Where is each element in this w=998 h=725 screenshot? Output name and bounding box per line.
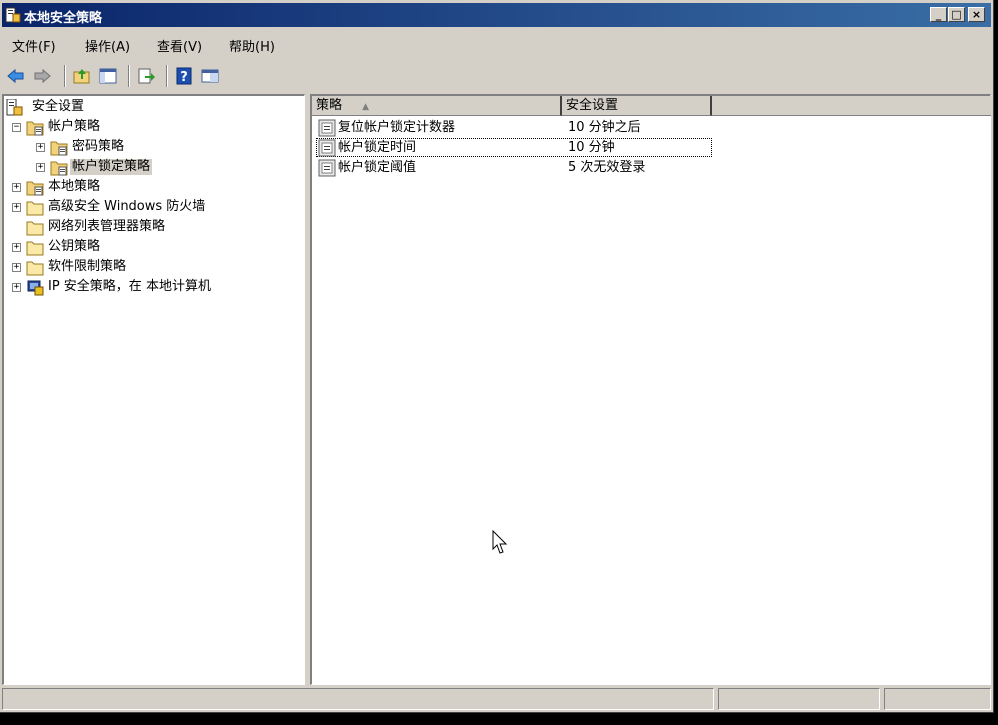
tree-item-label: IP 安全策略，在 本地计算机: [48, 279, 211, 294]
menu-file[interactable]: 文件(F): [12, 36, 56, 55]
tree-item-label: 公钥策略: [48, 239, 101, 254]
column-header-filler: [712, 96, 991, 116]
status-segment-3: [884, 688, 991, 710]
expand-toggle-icon[interactable]: +: [12, 243, 21, 252]
back-arrow-icon[interactable]: [6, 66, 26, 86]
column-header-policy[interactable]: 策略 ▲: [312, 96, 562, 116]
sort-ascending-icon: ▲: [362, 102, 370, 112]
up-folder-icon[interactable]: [72, 66, 92, 86]
policy-setting-icon: [318, 119, 336, 137]
policy-row-lockout-duration[interactable]: 帐户锁定时间 10 分钟: [316, 138, 712, 157]
column-header-policy-label: 策略: [316, 98, 343, 113]
status-bar: [2, 688, 991, 710]
title-bar[interactable]: 本地安全策略 _ □ ×: [2, 3, 991, 27]
export-list-icon[interactable]: [136, 66, 156, 86]
policy-setting-value: 10 分钟: [568, 140, 615, 155]
policy-setting-icon: [318, 139, 336, 157]
tree-item-label: 帐户锁定策略: [70, 159, 153, 175]
toolbar: ?: [2, 61, 991, 91]
maximize-button[interactable]: □: [948, 7, 965, 22]
forward-arrow-icon[interactable]: [32, 66, 52, 86]
tree-item-label: 密码策略: [72, 139, 125, 154]
tree-item-label: 帐户策略: [48, 119, 101, 134]
window-title: 本地安全策略: [24, 11, 103, 26]
tree-root-label: 安全设置: [32, 99, 85, 114]
show-hide-tree-icon[interactable]: [98, 66, 118, 86]
expand-toggle-icon[interactable]: +: [12, 183, 21, 192]
help-icon[interactable]: ?: [174, 66, 194, 86]
toolbar-separator: [64, 65, 66, 87]
policy-setting-value: 5 次无效登录: [568, 160, 646, 175]
console-view-icon[interactable]: [200, 66, 220, 86]
svg-text:?: ?: [180, 70, 188, 85]
policy-name: 帐户锁定时间: [338, 140, 417, 155]
tree-item-label: 网络列表管理器策略: [48, 219, 166, 234]
close-button[interactable]: ×: [968, 7, 985, 22]
folder-policy-icon: [26, 121, 44, 136]
policy-setting-value: 10 分钟之后: [568, 120, 641, 135]
column-header-setting[interactable]: 安全设置: [562, 96, 712, 116]
status-segment-2: [718, 688, 880, 710]
expand-toggle-icon[interactable]: +: [36, 163, 45, 172]
mouse-cursor-icon: [492, 530, 508, 554]
tree-item-label: 高级安全 Windows 防火墙: [48, 199, 206, 214]
list-pane[interactable]: 策略 ▲ 安全设置 复位帐户锁定计数器 10 分钟之后 帐户锁定时间 10 分钟 帐户锁…: [310, 94, 991, 685]
security-settings-icon: [6, 99, 23, 116]
folder-icon: [26, 201, 44, 216]
policy-row-lockout-threshold[interactable]: 帐户锁定阈值 5 次无效登录: [316, 158, 712, 177]
expand-toggle-icon[interactable]: +: [12, 283, 21, 292]
folder-policy-icon: [26, 181, 44, 196]
tree-pane[interactable]: 安全设置 − 帐户策略 + 密码策略 + 帐户锁定策略 + 本地策略 + 高级安全 Windows…: [2, 94, 305, 685]
menu-action[interactable]: 操作(A): [85, 36, 130, 55]
policy-name: 帐户锁定阈值: [338, 160, 417, 175]
tree-item-label: 软件限制策略: [48, 259, 127, 274]
expand-toggle-icon[interactable]: +: [12, 263, 21, 272]
menu-view[interactable]: 查看(V): [157, 36, 202, 55]
status-segment-main: [2, 688, 714, 710]
tree-item-label: 本地策略: [48, 179, 101, 194]
toolbar-separator: [128, 65, 130, 87]
folder-icon: [26, 261, 44, 276]
ip-security-icon: [27, 280, 44, 296]
folder-policy-icon: [50, 141, 68, 156]
policy-name: 复位帐户锁定计数器: [338, 120, 456, 135]
app-window: 本地安全策略 _ □ × 文件(F) 操作(A) 查看(V) 帮助(H) ? 安…: [0, 0, 994, 713]
toolbar-separator: [166, 65, 168, 87]
folder-policy-icon: [50, 161, 68, 176]
folder-icon: [26, 221, 44, 236]
expand-toggle-icon[interactable]: +: [12, 203, 21, 212]
menu-bar: 文件(F) 操作(A) 查看(V) 帮助(H): [2, 31, 991, 57]
expand-toggle-icon[interactable]: +: [36, 143, 45, 152]
policy-row-reset-lockout-counter[interactable]: 复位帐户锁定计数器 10 分钟之后: [316, 118, 712, 137]
minimize-button[interactable]: _: [930, 7, 947, 22]
folder-icon: [26, 241, 44, 256]
policy-setting-icon: [318, 159, 336, 177]
column-header-setting-label: 安全设置: [566, 98, 619, 113]
security-policy-icon: [5, 7, 21, 23]
expand-toggle-icon[interactable]: −: [12, 123, 21, 132]
menu-help[interactable]: 帮助(H): [229, 36, 275, 55]
